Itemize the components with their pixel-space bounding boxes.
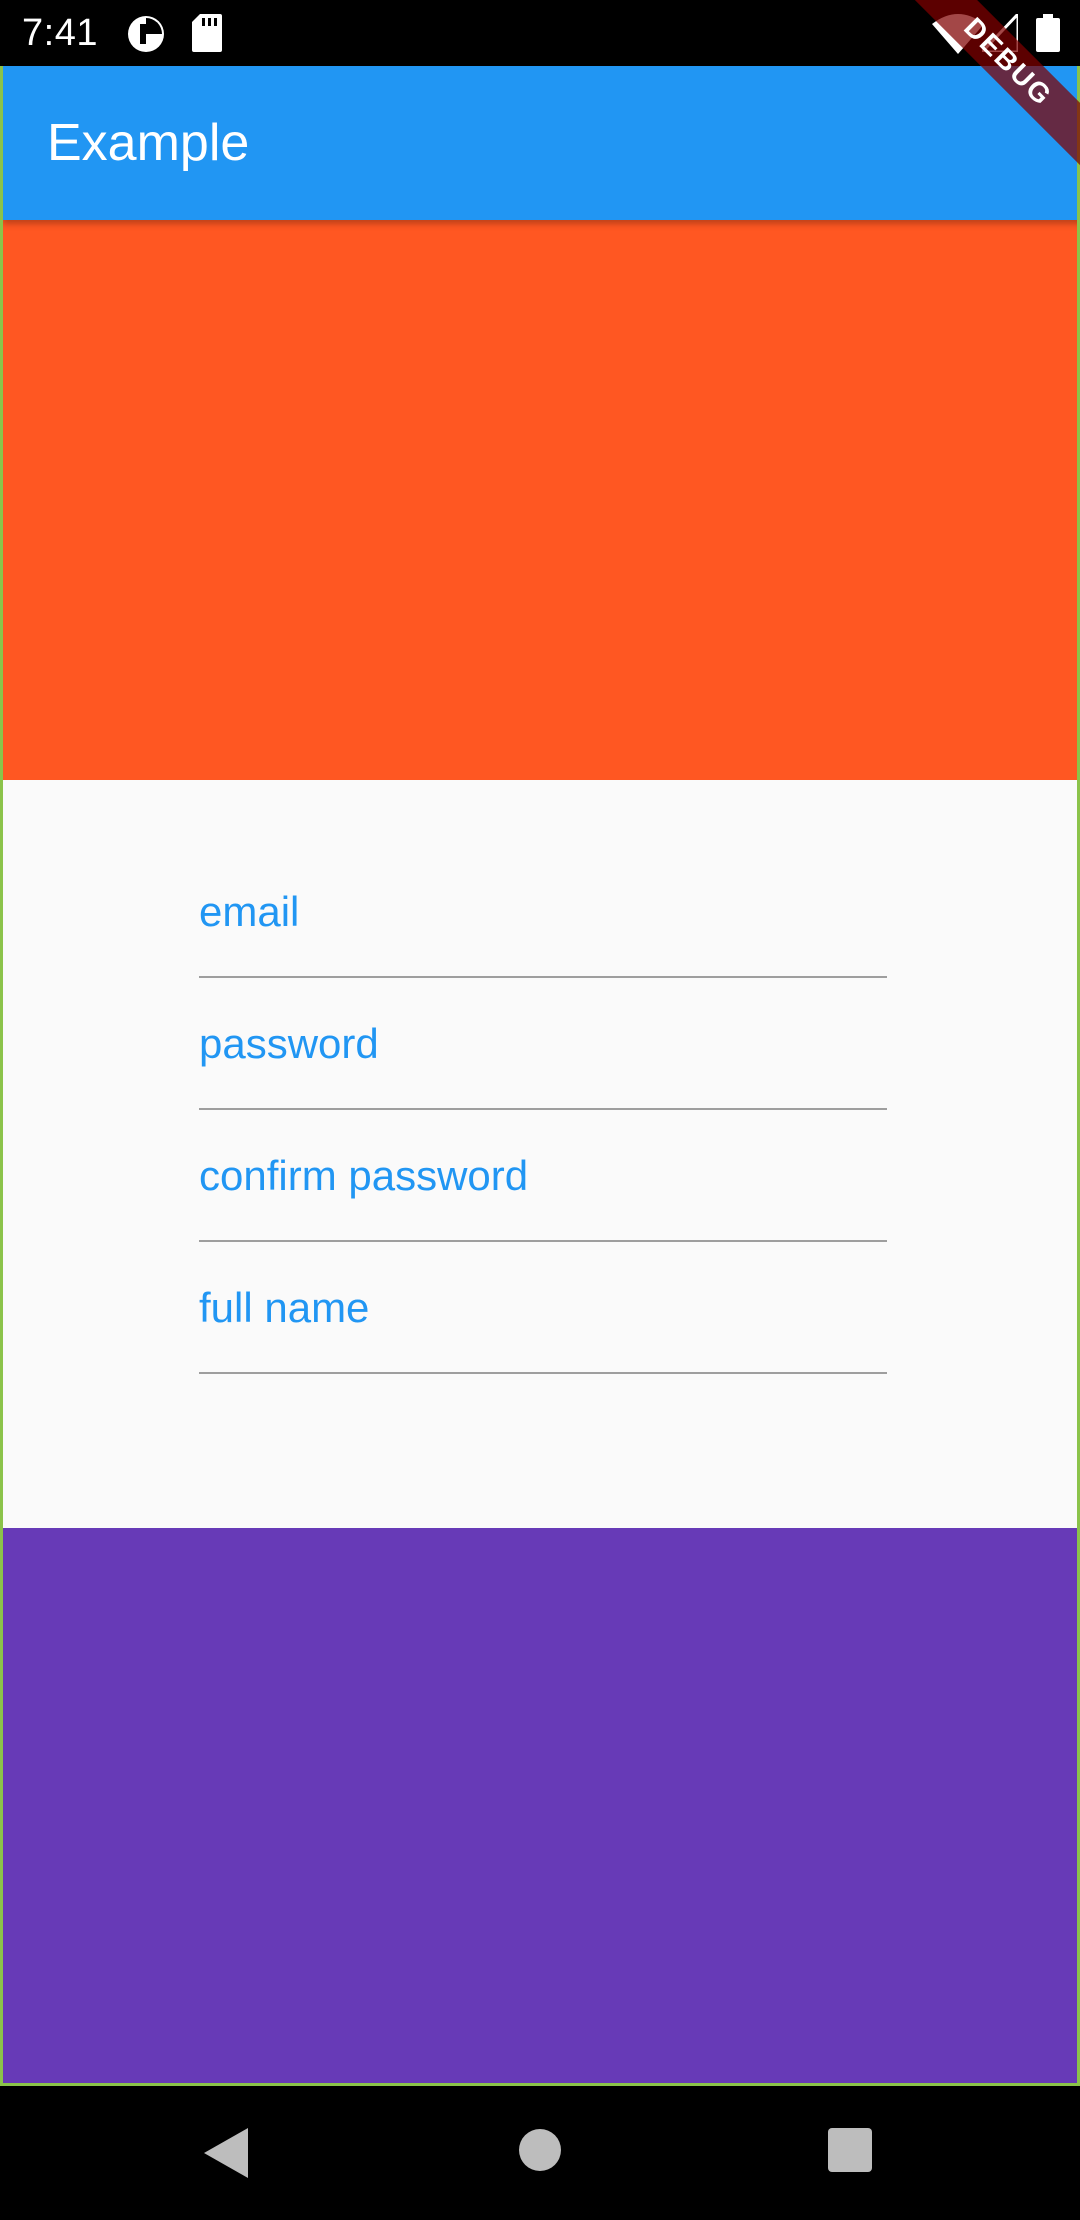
navigation-bar	[0, 2088, 1080, 2220]
password-field-label: password	[199, 1020, 379, 1067]
pie-icon	[128, 16, 164, 52]
email-field-label: email	[199, 888, 300, 935]
password-field[interactable]: password	[199, 992, 887, 1110]
app-title: Example	[47, 114, 250, 172]
sd-card-icon	[192, 14, 222, 52]
full-name-field-label: full name	[199, 1284, 370, 1331]
confirm-password-field-label: confirm password	[199, 1152, 529, 1199]
confirm-password-field[interactable]: confirm password	[199, 1124, 887, 1242]
battery-icon	[1036, 14, 1060, 52]
full-name-field[interactable]: full name	[199, 1256, 887, 1374]
back-icon[interactable]	[204, 2128, 248, 2178]
form-area: email password confirm password full nam…	[3, 780, 1077, 1528]
status-time: 7:41	[22, 12, 98, 54]
bottom-color-block	[3, 1528, 1077, 2083]
app-frame: Example email password confirm password …	[0, 66, 1080, 2086]
email-field[interactable]: email	[199, 860, 887, 978]
recents-icon[interactable]	[828, 2128, 872, 2172]
status-bar: 7:41	[0, 0, 1080, 66]
home-icon[interactable]	[518, 2128, 562, 2172]
top-color-block	[3, 220, 1077, 780]
app-bar: Example	[3, 66, 1077, 220]
